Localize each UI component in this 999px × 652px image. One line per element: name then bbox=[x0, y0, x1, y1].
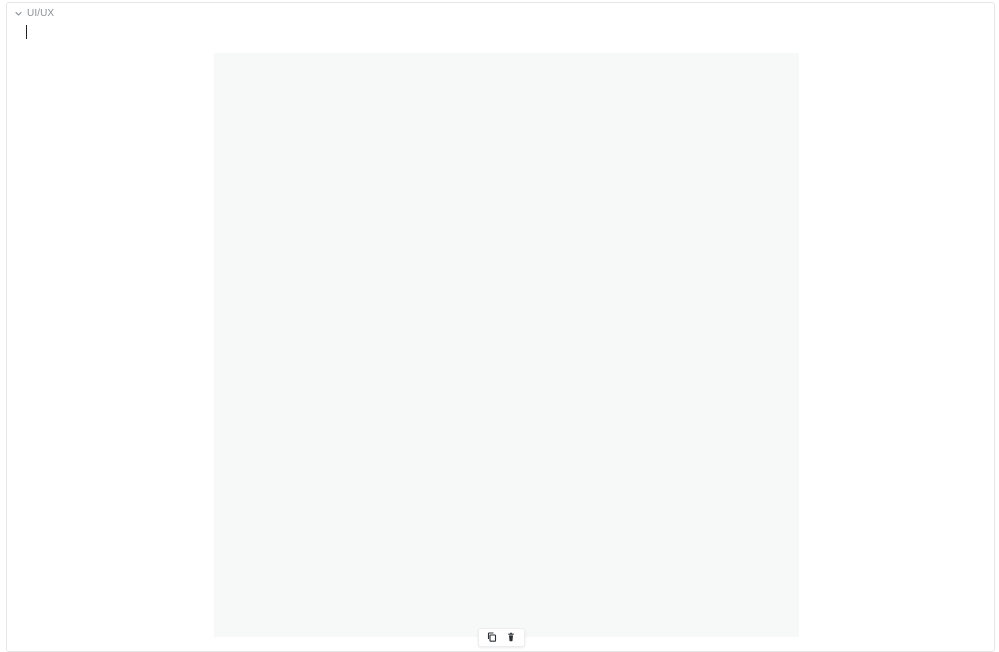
block-toolbar bbox=[478, 628, 525, 647]
trash-icon bbox=[506, 629, 516, 647]
delete-button[interactable] bbox=[503, 630, 519, 645]
canvas-block[interactable] bbox=[214, 53, 799, 637]
chevron-down-icon bbox=[14, 9, 23, 18]
copy-icon bbox=[487, 629, 497, 647]
text-input-caret[interactable] bbox=[26, 25, 27, 39]
section-toggle[interactable]: UI/UX bbox=[14, 6, 54, 20]
section-title: UI/UX bbox=[27, 7, 55, 19]
duplicate-button[interactable] bbox=[484, 630, 500, 645]
